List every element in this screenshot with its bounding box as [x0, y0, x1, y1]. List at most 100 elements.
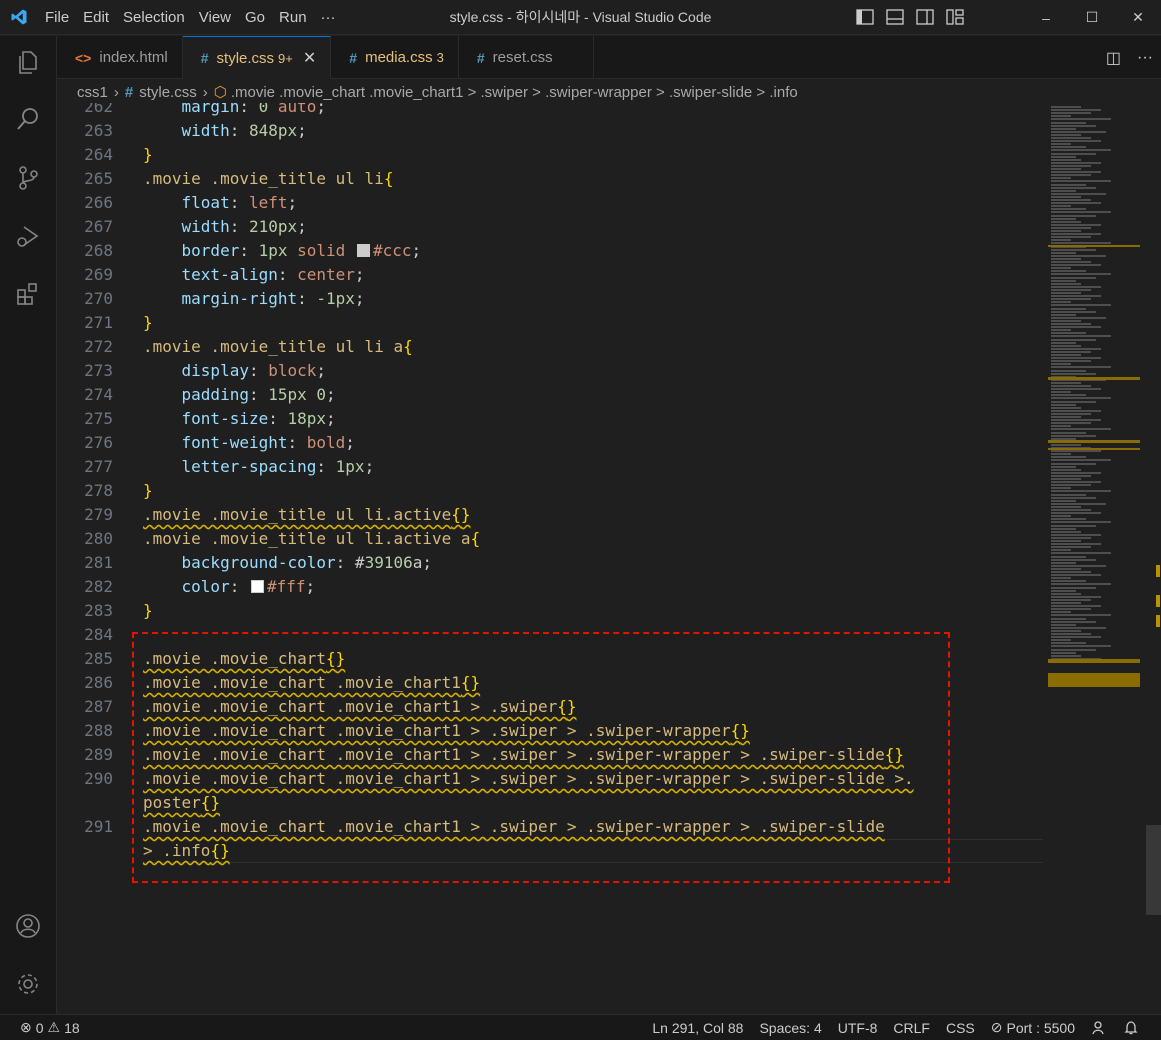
- code-line[interactable]: 286 .movie .movie_chart .movie_chart1{}: [57, 671, 1047, 695]
- menu-selection[interactable]: Selection: [116, 0, 192, 35]
- line-number: 282: [84, 577, 113, 596]
- code-line[interactable]: 287 .movie .movie_chart .movie_chart1 > .…: [57, 695, 1047, 719]
- menu-more[interactable]: ···: [314, 0, 343, 35]
- close-tab-icon[interactable]: ✕: [303, 48, 316, 68]
- explorer-icon[interactable]: [12, 46, 44, 78]
- code-line[interactable]: 279 .movie .movie_title ul li.active{}: [57, 503, 1047, 527]
- line-number: 276: [84, 433, 113, 452]
- code-line[interactable]: 280 .movie .movie_title ul li.active a{: [57, 527, 1047, 551]
- code-text: .movie .movie_chart .movie_chart1 > .swi…: [143, 721, 750, 740]
- code-line[interactable]: 268 border: 1px solid #ccc;: [57, 239, 1047, 263]
- customize-layout-icon[interactable]: [945, 8, 965, 26]
- live-server-port[interactable]: ⊘ Port : 5500: [983, 1019, 1083, 1036]
- scrollbar-thumb[interactable]: [1146, 825, 1161, 915]
- toggle-panel-icon[interactable]: [885, 8, 905, 26]
- tab-label: style.css: [216, 49, 275, 67]
- code-line[interactable]: 288 .movie .movie_chart .movie_chart1 > .…: [57, 719, 1047, 743]
- editor-scrollbar[interactable]: [1146, 103, 1161, 1014]
- language-mode[interactable]: CSS: [938, 1020, 983, 1036]
- toggle-primary-sidebar-icon[interactable]: [855, 8, 875, 26]
- menu-run[interactable]: Run: [272, 0, 314, 35]
- code-line[interactable]: 277 letter-spacing: 1px;: [57, 455, 1047, 479]
- code-line[interactable]: 275 font-size: 18px;: [57, 407, 1047, 431]
- code-text: margin-right: -1px;: [181, 289, 365, 308]
- css-file-icon: #: [476, 49, 485, 66]
- tab-style-css[interactable]: # style.css 9+ ✕: [182, 36, 332, 79]
- code-line[interactable]: 278}: [57, 479, 1047, 503]
- problems-status[interactable]: ⊗ 0 ⚠ 18: [20, 1019, 80, 1036]
- minimap[interactable]: [1048, 103, 1144, 1014]
- css-file-icon: #: [124, 83, 134, 101]
- line-number: 275: [84, 409, 113, 428]
- code-line[interactable]: 284: [57, 623, 1047, 647]
- code-line[interactable]: 266 float: left;: [57, 191, 1047, 215]
- tab-media-css[interactable]: # media.css 3: [331, 36, 459, 79]
- code-line[interactable]: 267 width: 210px;: [57, 215, 1047, 239]
- menu-go[interactable]: Go: [238, 0, 272, 35]
- code-line[interactable]: 290 .movie .movie_chart .movie_chart1 > .…: [57, 767, 1047, 791]
- line-number: 281: [84, 553, 113, 572]
- code-line[interactable]: 289 .movie .movie_chart .movie_chart1 > .…: [57, 743, 1047, 767]
- breadcrumb-symbol[interactable]: .movie .movie_chart .movie_chart1 > .swi…: [231, 84, 798, 101]
- minimize-button[interactable]: –: [1023, 0, 1069, 35]
- color-swatch[interactable]: [250, 580, 264, 593]
- breadcrumb-file[interactable]: style.css: [139, 84, 197, 101]
- menu-edit[interactable]: Edit: [76, 0, 116, 35]
- code-line[interactable]: 270 margin-right: -1px;: [57, 287, 1047, 311]
- breadcrumb: css1 › # style.css › ⬡ .movie .movie_cha…: [77, 81, 798, 103]
- menu-file[interactable]: File: [38, 0, 76, 35]
- code-line[interactable]: 262 margin: 0 auto;: [57, 103, 1047, 119]
- search-icon[interactable]: [12, 103, 44, 135]
- code-line[interactable]: 281 background-color: #39106a;: [57, 551, 1047, 575]
- more-actions-icon[interactable]: ···: [1137, 49, 1153, 67]
- code-line[interactable]: poster{}: [57, 791, 1047, 815]
- code-text: border: 1px solid #ccc;: [181, 241, 422, 260]
- close-window-button[interactable]: ✕: [1115, 0, 1161, 35]
- cursor-position[interactable]: Ln 291, Col 88: [644, 1020, 751, 1036]
- color-swatch[interactable]: [356, 244, 370, 257]
- code-text: text-align: center;: [181, 265, 365, 284]
- maximize-button[interactable]: ☐: [1069, 0, 1115, 35]
- split-editor-icon[interactable]: ◫: [1106, 48, 1121, 68]
- line-number: 265: [84, 169, 113, 188]
- tab-index-html[interactable]: <> index.html: [57, 36, 183, 79]
- code-line[interactable]: 265 .movie .movie_title ul li{: [57, 167, 1047, 191]
- code-line[interactable]: 271}: [57, 311, 1047, 335]
- extensions-icon[interactable]: [12, 278, 44, 310]
- line-number: 271: [84, 313, 113, 332]
- line-number: 289: [84, 745, 113, 764]
- code-line[interactable]: 282 color: #fff;: [57, 575, 1047, 599]
- error-count: 0: [35, 1019, 44, 1036]
- source-control-icon[interactable]: [12, 162, 44, 194]
- tab-actions: ◫ ···: [1106, 36, 1153, 79]
- code-line[interactable]: 283}: [57, 599, 1047, 623]
- menu-view[interactable]: View: [192, 0, 238, 35]
- code-text: padding: 15px 0;: [181, 385, 336, 404]
- code-text: .movie .movie_title ul li a{: [143, 337, 413, 356]
- code-line[interactable]: 264}: [57, 143, 1047, 167]
- breadcrumb-folder[interactable]: css1: [77, 84, 108, 101]
- code-editor[interactable]: 262 margin: 0 auto; 263 width: 848px; 264}…: [57, 103, 1047, 1014]
- encoding[interactable]: UTF-8: [830, 1020, 886, 1036]
- indentation[interactable]: Spaces: 4: [751, 1020, 829, 1036]
- accounts-status-icon[interactable]: [1083, 1020, 1115, 1036]
- code-line[interactable]: 263 width: 848px;: [57, 119, 1047, 143]
- settings-gear-icon[interactable]: [12, 968, 44, 1000]
- end-of-line[interactable]: CRLF: [885, 1020, 938, 1036]
- notifications-bell-icon[interactable]: [1115, 1020, 1147, 1036]
- code-line[interactable]: > .info{}: [57, 839, 1047, 863]
- code-line[interactable]: 291 .movie .movie_chart .movie_chart1 > .…: [57, 815, 1047, 839]
- code-text: .movie .movie_title ul li.active{}: [143, 505, 471, 524]
- accounts-icon[interactable]: [12, 910, 44, 942]
- code-line[interactable]: 273 display: block;: [57, 359, 1047, 383]
- code-line[interactable]: 274 padding: 15px 0;: [57, 383, 1047, 407]
- code-line[interactable]: 269 text-align: center;: [57, 263, 1047, 287]
- toggle-secondary-sidebar-icon[interactable]: [915, 8, 935, 26]
- line-number: 268: [84, 241, 113, 260]
- code-line[interactable]: 272 .movie .movie_title ul li a{: [57, 335, 1047, 359]
- run-debug-icon[interactable]: [12, 220, 44, 252]
- code-line[interactable]: 276 font-weight: bold;: [57, 431, 1047, 455]
- code-line[interactable]: 285 .movie .movie_chart{}: [57, 647, 1047, 671]
- title-bar: File Edit Selection View Go Run ··· styl…: [0, 0, 1161, 35]
- tab-reset-css[interactable]: # reset.css: [459, 36, 594, 79]
